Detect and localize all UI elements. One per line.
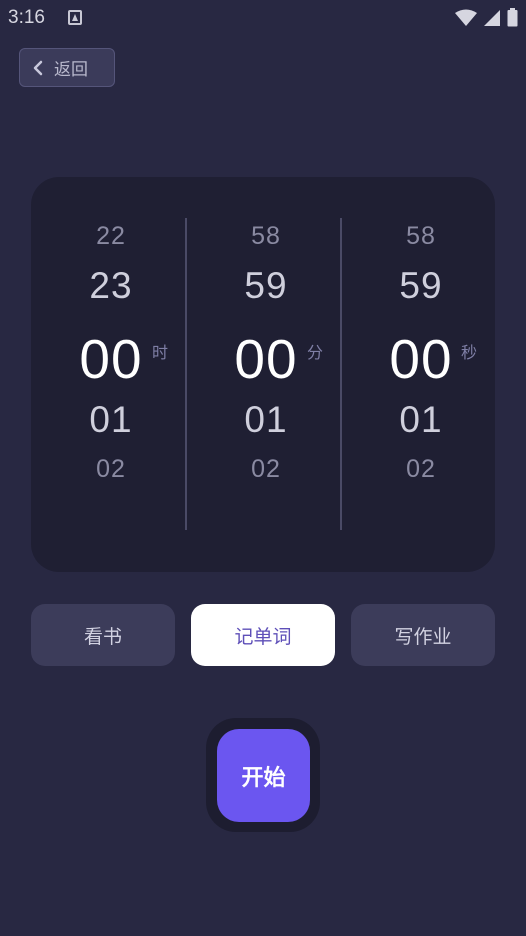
screen: 3:16 返回 22 23 00 01 02 时 58 59 00 01 02 … (0, 0, 526, 936)
picker-divider (185, 218, 187, 530)
task-chip-homework[interactable]: 写作业 (351, 604, 495, 666)
time-picker: 22 23 00 01 02 时 58 59 00 01 02 分 58 59 … (31, 177, 495, 572)
second-option[interactable]: 01 (361, 399, 481, 441)
battery-icon (507, 8, 518, 27)
signal-icon (484, 9, 500, 26)
second-option[interactable]: 02 (361, 455, 481, 484)
hour-option[interactable]: 01 (51, 399, 171, 441)
back-label: 返回 (54, 60, 88, 80)
second-option[interactable]: 59 (361, 265, 481, 307)
status-icons (455, 8, 518, 27)
task-chip-vocabulary[interactable]: 记单词 (191, 604, 335, 666)
notification-icon (68, 10, 82, 25)
minute-unit-label: 分 (307, 343, 324, 362)
status-time: 3:16 (8, 7, 45, 28)
hour-option[interactable]: 23 (51, 265, 171, 307)
minute-option[interactable]: 58 (206, 222, 326, 251)
minute-option[interactable]: 02 (206, 455, 326, 484)
second-option[interactable]: 58 (361, 222, 481, 251)
picker-divider (340, 218, 342, 530)
hour-option[interactable]: 02 (51, 455, 171, 484)
chevron-left-icon (33, 60, 43, 75)
start-button[interactable]: 开始 (217, 729, 310, 822)
second-unit-label: 秒 (461, 343, 478, 362)
wifi-icon (455, 9, 477, 26)
hour-unit-label: 时 (152, 343, 169, 362)
hour-wheel[interactable]: 22 23 00 01 02 (51, 177, 171, 572)
back-button[interactable]: 返回 (19, 48, 115, 87)
minute-option[interactable]: 59 (206, 265, 326, 307)
hour-option[interactable]: 22 (51, 222, 171, 251)
minute-wheel[interactable]: 58 59 00 01 02 (206, 177, 326, 572)
status-bar: 3:16 (0, 0, 526, 36)
task-chip-reading[interactable]: 看书 (31, 604, 175, 666)
second-wheel[interactable]: 58 59 00 01 02 (361, 177, 481, 572)
minute-option[interactable]: 01 (206, 399, 326, 441)
